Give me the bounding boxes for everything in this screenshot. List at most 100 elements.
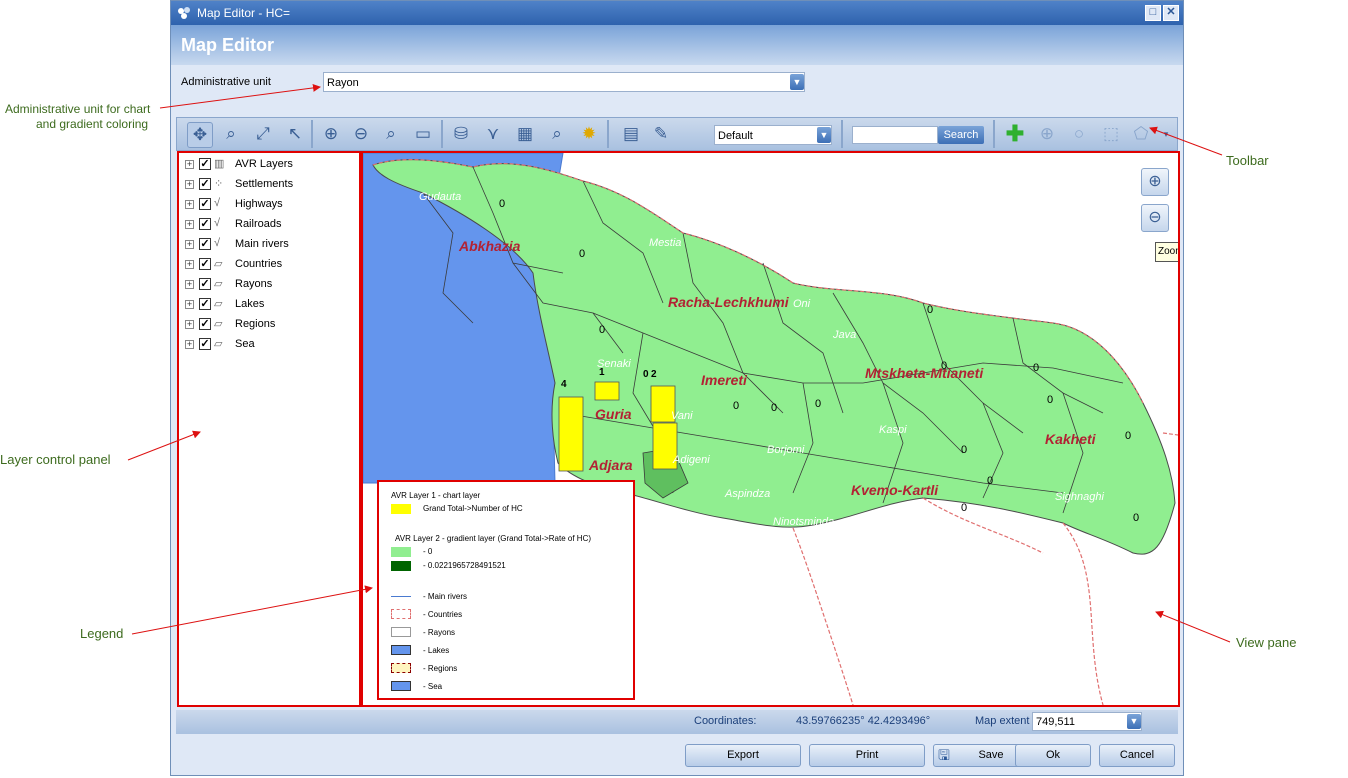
- layer-item[interactable]: + ✓ ▱ Lakes: [185, 297, 355, 315]
- rayon-value-label: 0: [499, 198, 505, 210]
- region-label: Kakheti: [1045, 431, 1097, 447]
- add-raster-layer-icon[interactable]: ▦: [513, 122, 537, 146]
- map-zoom-in-button[interactable]: ⊕: [1141, 168, 1169, 196]
- layer-checkbox[interactable]: ✓: [199, 278, 211, 290]
- zoom-out-icon[interactable]: ⊖: [349, 122, 373, 146]
- style-edit-icon[interactable]: ✎: [649, 122, 673, 146]
- legend-item: - Countries: [423, 610, 463, 619]
- toolbar-overflow-icon[interactable]: ▾: [1159, 120, 1173, 148]
- layer-name: Railroads: [235, 218, 282, 230]
- layer-checkbox[interactable]: ✓: [199, 258, 211, 270]
- settings-gear-icon[interactable]: ✹: [577, 122, 601, 146]
- admin-unit-value: Rayon: [327, 77, 359, 89]
- view-pane[interactable]: Abkhazia Racha-Lechkhumi Imereti Mtskheta-M…: [361, 151, 1180, 707]
- layer-name: Lakes: [235, 298, 265, 310]
- layer-name: Main rivers: [235, 238, 289, 250]
- add-database-layer-icon[interactable]: ⛁: [449, 122, 473, 146]
- polygon-icon: ▱: [214, 278, 223, 290]
- find-icon[interactable]: ⌕: [545, 122, 569, 146]
- expand-icon[interactable]: +: [185, 280, 194, 289]
- layer-checkbox[interactable]: ✓: [199, 338, 211, 350]
- points-icon: ⁘: [214, 178, 224, 190]
- expand-icon[interactable]: +: [185, 220, 194, 229]
- map-style-select[interactable]: Default ▼: [714, 125, 832, 145]
- add-point-icon[interactable]: ⊕: [1035, 122, 1059, 146]
- zoom-previous-icon[interactable]: ⌕: [379, 122, 403, 146]
- chevron-down-icon[interactable]: ▼: [817, 127, 831, 143]
- measure-icon[interactable]: ▭: [411, 122, 435, 146]
- layer-checkbox[interactable]: ✓: [199, 298, 211, 310]
- layer-item[interactable]: + ✓ √ Highways: [185, 197, 355, 215]
- chart-bar-label: 1: [599, 367, 605, 378]
- map-zoom-out-button[interactable]: ⊖: [1141, 204, 1169, 232]
- legend-item: - Rayons: [423, 628, 456, 637]
- zoom-in-icon[interactable]: ⊕: [319, 122, 343, 146]
- layer-checkbox[interactable]: ✓: [199, 198, 211, 210]
- rayon-value-label: 0: [961, 444, 967, 456]
- layer-item[interactable]: + ✓ ▥ AVR Layers: [185, 157, 355, 175]
- polygon-icon: ▱: [214, 338, 223, 350]
- add-vector-layer-icon[interactable]: ⋎: [481, 122, 505, 146]
- layer-item[interactable]: + ✓ ▱ Regions: [185, 317, 355, 335]
- add-icon[interactable]: ✚: [1003, 122, 1027, 146]
- polygon-icon[interactable]: ⬠: [1129, 122, 1153, 146]
- layer-checkbox[interactable]: ✓: [199, 218, 211, 230]
- legend-chart-title: AVR Layer 1 - chart layer: [391, 491, 481, 500]
- export-image-icon[interactable]: ▤: [619, 122, 643, 146]
- toolbar-separator: [607, 120, 609, 148]
- layer-item[interactable]: + ✓ ▱ Sea: [185, 337, 355, 355]
- legend-item: - Lakes: [423, 646, 450, 655]
- layer-checkbox[interactable]: ✓: [199, 158, 211, 170]
- print-button[interactable]: Print: [809, 744, 925, 767]
- chart-bar: [558, 396, 584, 472]
- rayon-label: Oni: [793, 298, 811, 310]
- export-button[interactable]: Export: [685, 744, 801, 767]
- chevron-down-icon[interactable]: ▼: [1127, 714, 1141, 729]
- legend-item: - Regions: [423, 664, 458, 673]
- title-bar: Map Editor - HC= □ ✕: [171, 1, 1183, 25]
- rayon-value-label: 0: [733, 400, 739, 412]
- rayon-label: Sighnaghi: [1055, 491, 1104, 503]
- expand-icon[interactable]: +: [185, 340, 194, 349]
- layer-name: AVR Layers: [235, 158, 293, 170]
- chevron-down-icon[interactable]: ▼: [790, 74, 804, 90]
- legend-item: - Main rivers: [423, 592, 468, 601]
- expand-icon[interactable]: +: [185, 320, 194, 329]
- circle-icon[interactable]: ○: [1067, 122, 1091, 146]
- zoom-rectangle-icon[interactable]: ⌕: [219, 122, 243, 146]
- legend-item: - Sea: [423, 682, 443, 691]
- page-title: Map Editor: [181, 35, 274, 55]
- expand-icon[interactable]: +: [185, 300, 194, 309]
- toolbar-separator: [311, 120, 313, 148]
- region-label: Racha-Lechkhumi: [668, 294, 790, 310]
- legend: AVR Layer 1 - chart layer Grand Total->N…: [377, 480, 635, 700]
- ok-button[interactable]: Ok: [1015, 744, 1091, 767]
- layer-item[interactable]: + ✓ ▱ Rayons: [185, 277, 355, 295]
- layer-checkbox[interactable]: ✓: [199, 178, 211, 190]
- pan-icon[interactable]: ✥: [187, 122, 213, 148]
- search-input[interactable]: [852, 126, 938, 144]
- close-button[interactable]: ✕: [1163, 5, 1179, 21]
- search-button[interactable]: Search: [938, 126, 984, 144]
- layer-checkbox[interactable]: ✓: [199, 238, 211, 250]
- map-extent-value: 749,511: [1036, 716, 1075, 728]
- add-polygon-icon[interactable]: ⬚: [1099, 122, 1123, 146]
- layer-item[interactable]: + ✓ ▱ Countries: [185, 257, 355, 275]
- maximize-button[interactable]: □: [1145, 5, 1161, 21]
- layer-item[interactable]: + ✓ ⁘ Settlements: [185, 177, 355, 195]
- admin-unit-select[interactable]: Rayon ▼: [323, 72, 805, 92]
- expand-icon[interactable]: +: [185, 240, 194, 249]
- identify-icon[interactable]: ↖: [283, 122, 307, 146]
- coordinates-label: Coordinates:: [694, 715, 757, 727]
- expand-icon[interactable]: +: [185, 260, 194, 269]
- cancel-button[interactable]: Cancel: [1099, 744, 1175, 767]
- expand-icon[interactable]: +: [185, 180, 194, 189]
- expand-icon[interactable]: +: [185, 200, 194, 209]
- layer-checkbox[interactable]: ✓: [199, 318, 211, 330]
- map-extent-select[interactable]: 749,511 ▼: [1032, 712, 1142, 731]
- layer-item[interactable]: + ✓ √ Main rivers: [185, 237, 355, 255]
- layer-item[interactable]: + ✓ √ Railroads: [185, 217, 355, 235]
- expand-icon[interactable]: +: [185, 160, 194, 169]
- zoom-full-icon[interactable]: ⤢: [251, 122, 275, 146]
- rayon-value-label: 0: [771, 402, 777, 414]
